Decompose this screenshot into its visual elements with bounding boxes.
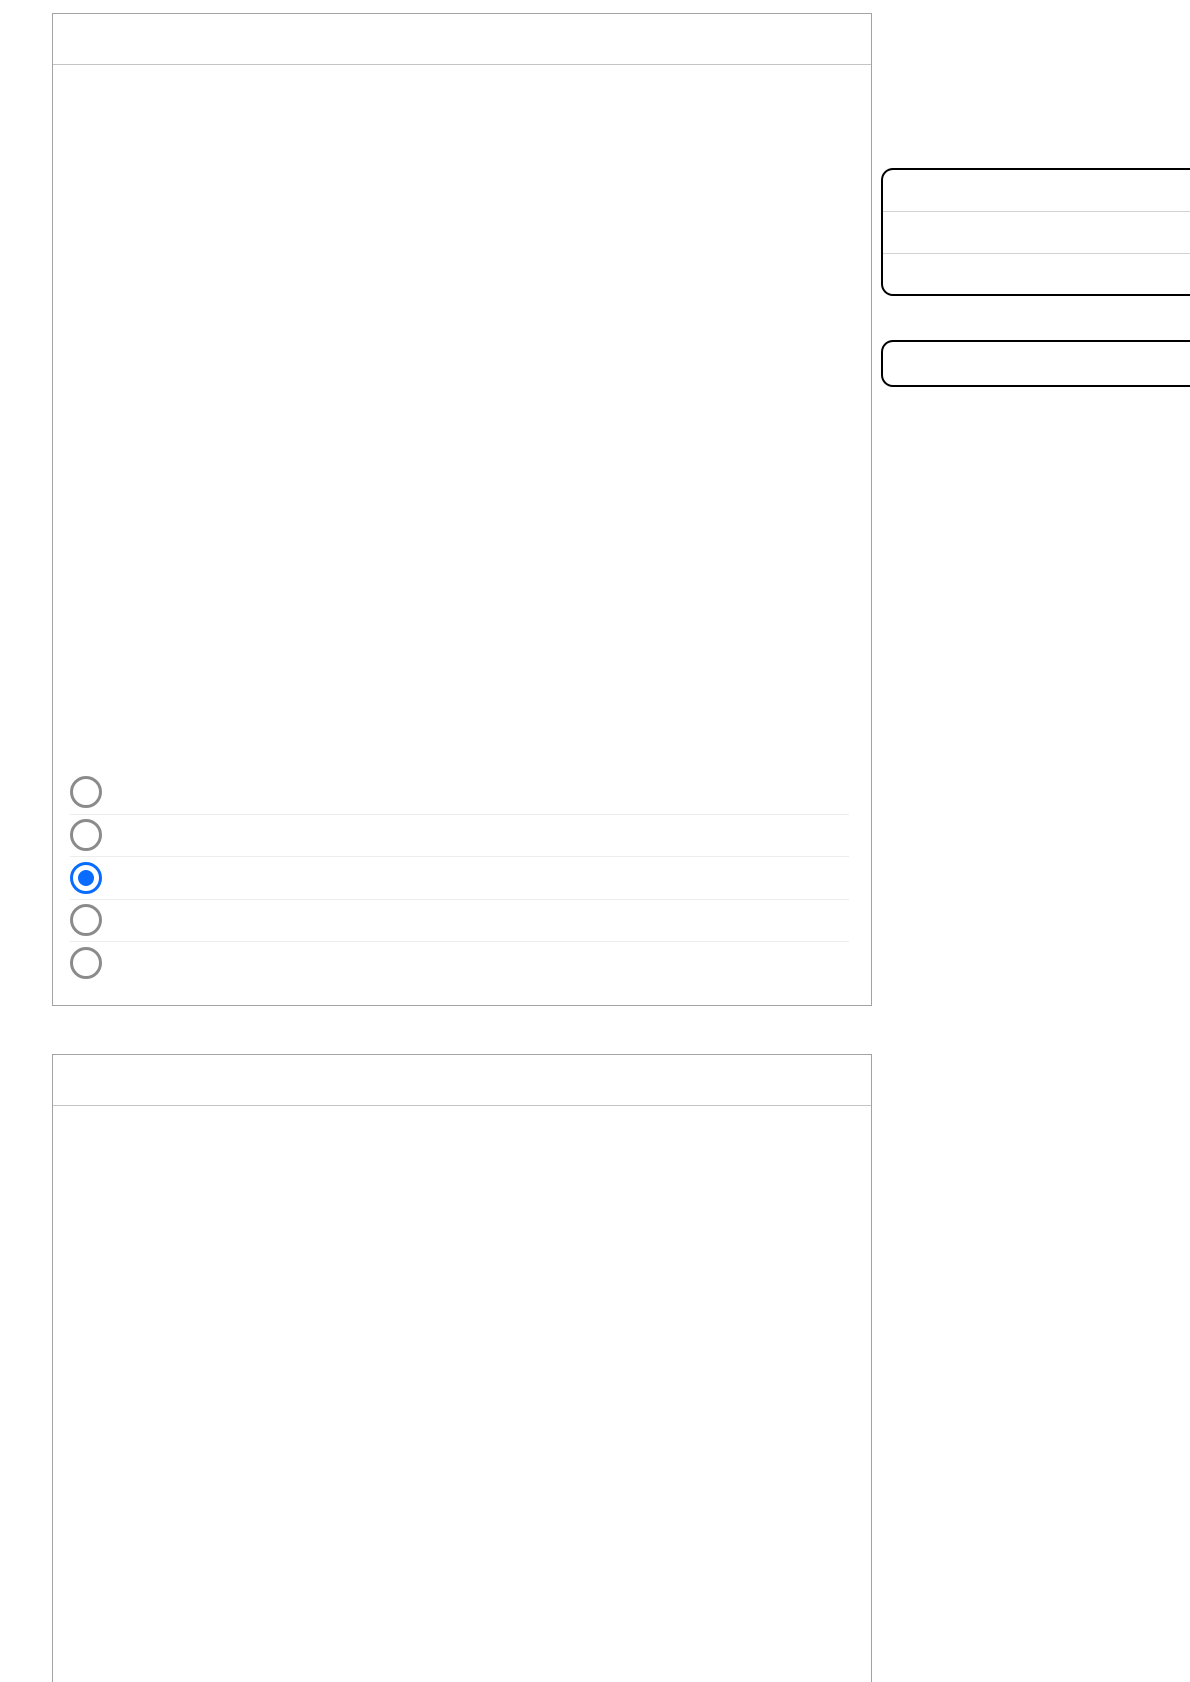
radio-option-3[interactable] — [70, 862, 102, 894]
right-panel-1 — [881, 168, 1190, 296]
option-row-4[interactable] — [70, 899, 849, 942]
option-list — [70, 771, 849, 984]
radio-option-2[interactable] — [70, 819, 102, 851]
card-1 — [52, 13, 872, 1006]
radio-option-1[interactable] — [70, 776, 102, 808]
radio-option-5[interactable] — [70, 947, 102, 979]
option-row-3[interactable] — [70, 856, 849, 899]
right-panel-1-row-3[interactable] — [883, 254, 1190, 298]
card-2 — [52, 1054, 872, 1682]
card-2-body — [53, 1106, 871, 1682]
radio-option-4[interactable] — [70, 904, 102, 936]
card-2-header — [53, 1055, 871, 1106]
right-panel-2[interactable] — [881, 340, 1190, 387]
option-row-5[interactable] — [70, 941, 849, 984]
right-panel-1-row-2[interactable] — [883, 212, 1190, 254]
right-panel-1-row-1[interactable] — [883, 170, 1190, 212]
option-row-2[interactable] — [70, 814, 849, 857]
radio-selected-dot-icon — [78, 870, 94, 886]
card-1-body — [53, 65, 871, 1005]
card-1-header — [53, 14, 871, 65]
option-row-1[interactable] — [70, 771, 849, 814]
